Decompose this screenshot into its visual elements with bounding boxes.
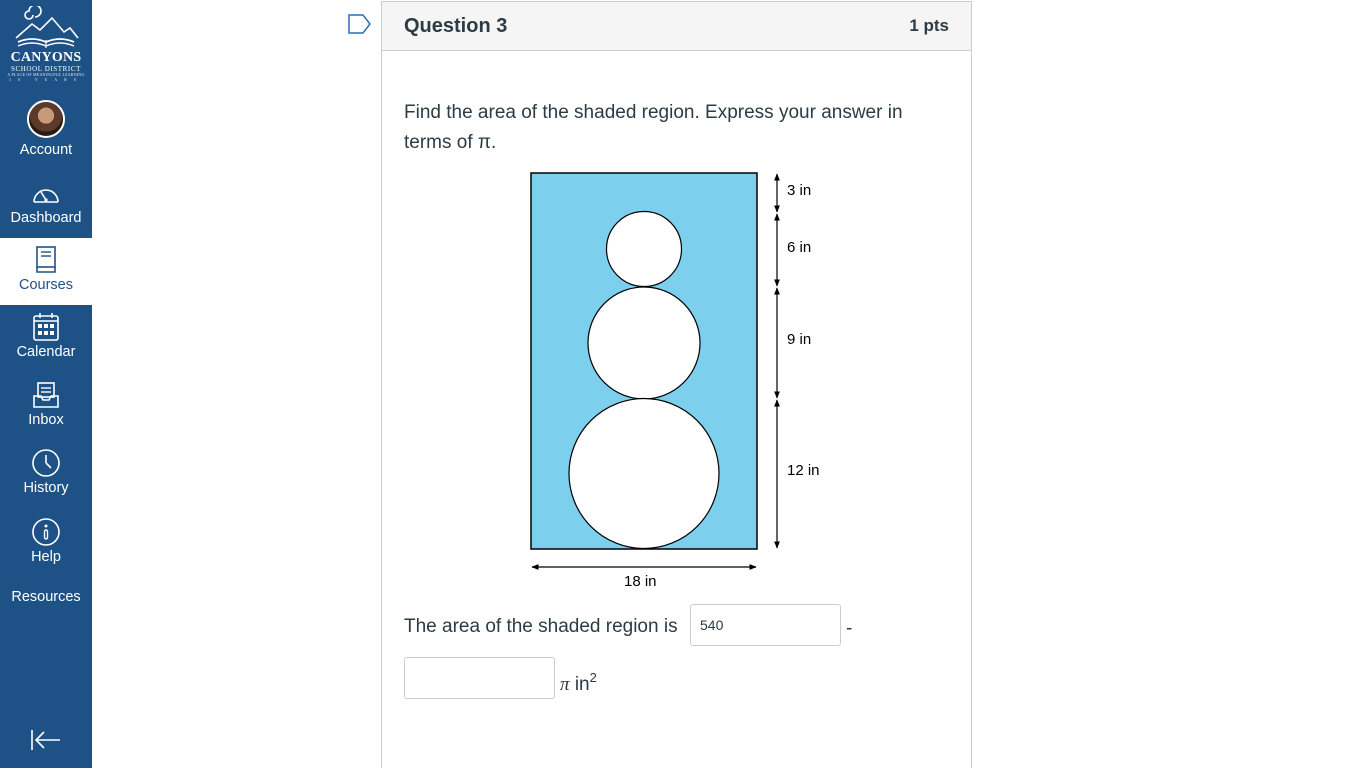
collapse-nav-icon[interactable] xyxy=(30,728,62,752)
global-nav: CANYONS SCHOOL DISTRICT A PLACE OF MEANI… xyxy=(0,0,92,768)
small-circle xyxy=(605,210,683,288)
answer-input-2[interactable] xyxy=(404,657,555,699)
question-points: 1 pts xyxy=(909,16,949,35)
nav-item-history[interactable]: History xyxy=(0,448,92,496)
unit-pi: π xyxy=(560,674,570,695)
calendar-icon xyxy=(33,313,59,341)
dashboard-icon xyxy=(33,189,59,203)
question-header: Question 3 1 pts xyxy=(382,2,971,51)
label-width: 18 in xyxy=(624,573,657,590)
minus-sign: - xyxy=(846,618,853,639)
nav-item-label: History xyxy=(23,480,69,496)
shaded-region-figure: 3 in 6 in 9 in 12 in 18 in xyxy=(530,172,820,590)
nav-item-account[interactable]: Account xyxy=(0,100,92,158)
unit-exponent: 2 xyxy=(589,670,597,685)
nav-item-dashboard[interactable]: Dashboard xyxy=(0,182,92,226)
label-small-circle: 6 in xyxy=(787,239,811,256)
nav-item-help[interactable]: Help xyxy=(0,517,92,565)
nav-item-inbox[interactable]: Inbox xyxy=(0,380,92,428)
nav-item-courses[interactable]: Courses xyxy=(0,238,92,305)
medium-circle xyxy=(587,286,701,400)
nav-item-label: Resources xyxy=(11,589,81,605)
nav-item-label: Calendar xyxy=(16,344,76,360)
label-medium-circle: 9 in xyxy=(787,331,811,348)
large-circle xyxy=(568,397,720,550)
label-large-circle: 12 in xyxy=(787,462,820,479)
logo-title: CANYONS xyxy=(10,50,82,65)
question-title: Question 3 xyxy=(404,15,508,37)
answer-unit: π in2 xyxy=(560,670,597,696)
nav-item-label: Help xyxy=(31,549,61,565)
unit-in: in xyxy=(574,674,590,695)
nav-item-label: Inbox xyxy=(28,412,64,428)
help-icon xyxy=(32,518,60,546)
label-top-gap: 3 in xyxy=(787,182,811,199)
answer-prefix: The area of the shaded region is xyxy=(404,616,678,637)
logo-years: 10 YEARS xyxy=(9,77,83,82)
question-card: Question 3 1 pts Find the area of the sh… xyxy=(381,1,972,768)
question-text: Find the area of the shaded region. Expr… xyxy=(404,102,903,153)
flag-question-icon[interactable] xyxy=(348,14,372,34)
nav-item-label: Dashboard xyxy=(10,210,82,226)
nav-item-label: Account xyxy=(19,142,73,158)
nav-item-label: Courses xyxy=(19,277,73,293)
answer-input-1[interactable] xyxy=(690,604,841,646)
canyons-logo-icon xyxy=(15,6,79,48)
nav-item-calendar[interactable]: Calendar xyxy=(0,312,92,360)
avatar xyxy=(27,100,65,138)
clock-icon xyxy=(32,449,60,477)
nav-item-resources[interactable]: Resources xyxy=(0,589,92,605)
inbox-icon xyxy=(33,382,59,408)
courses-icon xyxy=(36,246,56,273)
district-logo[interactable]: CANYONS SCHOOL DISTRICT A PLACE OF MEANI… xyxy=(0,0,92,88)
